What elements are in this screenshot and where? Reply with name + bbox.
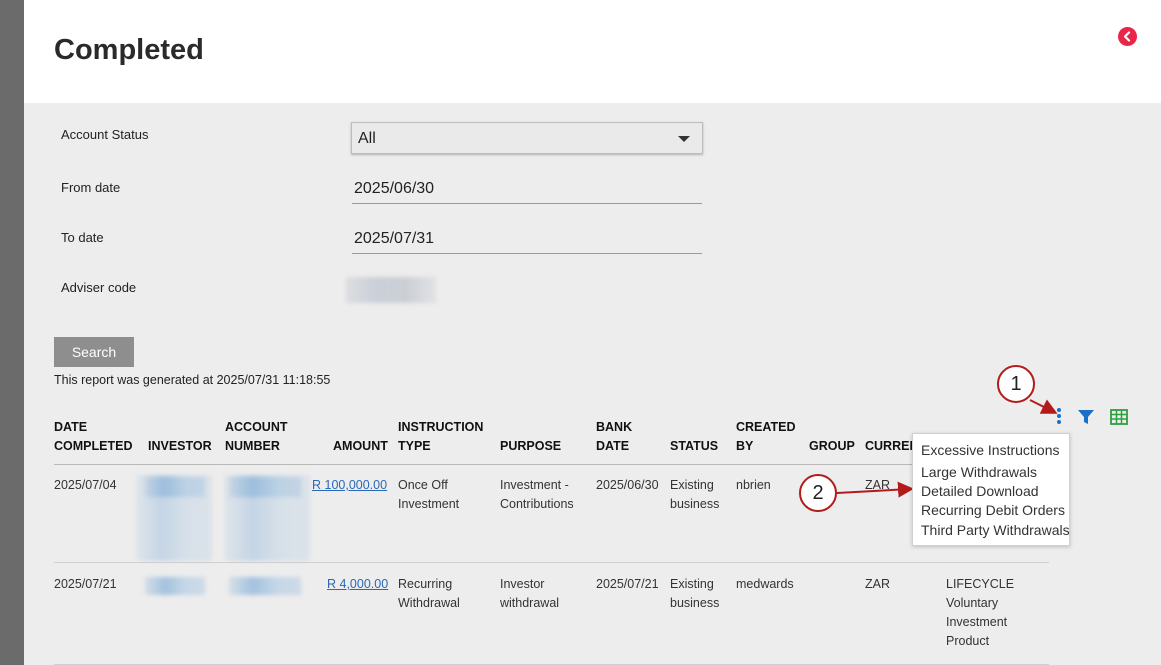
menu-item-recurring-debit-orders[interactable]: Recurring Debit Orders — [921, 501, 1069, 520]
annotation-1-badge: 1 — [997, 365, 1035, 403]
page-header: Completed — [24, 0, 1161, 103]
menu-item-third-party-withdrawals[interactable]: Third Party Withdrawals — [921, 520, 1070, 541]
page-title: Completed — [54, 34, 204, 66]
menu-item-excessive-instructions[interactable]: Excessive Instructions — [921, 440, 1069, 460]
report-content: Account Status All From date 2025/06/30 … — [24, 103, 1161, 665]
annotation-1-arrow — [1029, 399, 1058, 414]
more-options-menu: Excessive Instructions Large Withdrawals… — [912, 433, 1070, 546]
annotation-arrows — [836, 399, 1058, 498]
annotation-2-badge: 2 — [799, 474, 837, 512]
back-chevron-glyph — [1123, 31, 1131, 42]
left-sidebar-strip — [0, 0, 24, 665]
back-chevron-icon[interactable] — [1118, 27, 1137, 46]
menu-item-large-withdrawals[interactable]: Large Withdrawals — [921, 462, 1069, 482]
annotation-2-arrow — [836, 481, 914, 498]
menu-item-detailed-download[interactable]: Detailed Download — [921, 482, 1069, 501]
